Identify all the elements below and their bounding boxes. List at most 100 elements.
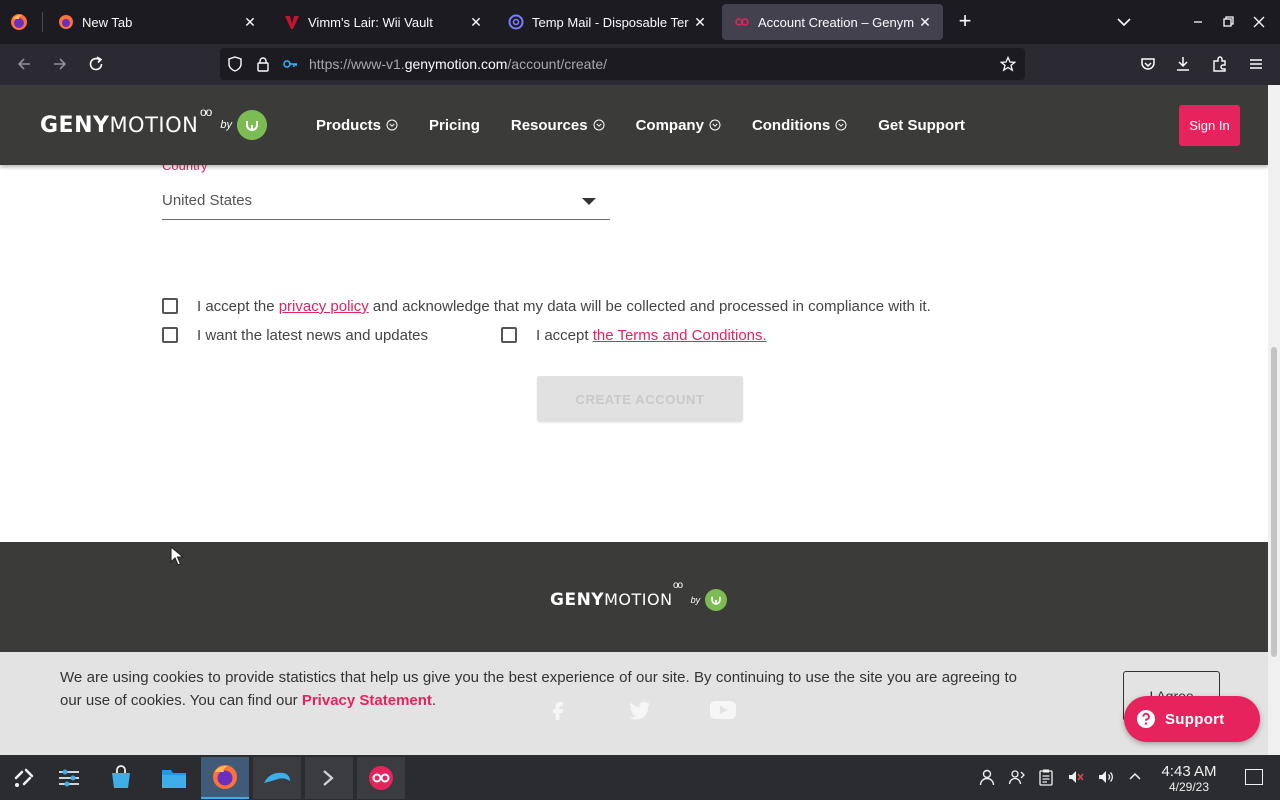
extensions-icon[interactable] (1210, 54, 1230, 74)
tray-expand-icon[interactable] (1126, 768, 1144, 786)
app-launcher-icon[interactable] (0, 757, 48, 799)
support-button[interactable]: Support (1124, 696, 1260, 742)
clock-date[interactable]: 4/29/23 (1150, 780, 1228, 794)
page-scrollbar[interactable] (1268, 85, 1280, 755)
tab-title: New Tab (82, 14, 133, 30)
user-icon[interactable] (978, 768, 996, 786)
file-manager-icon[interactable] (150, 757, 198, 799)
privacy-policy-link[interactable]: privacy policy (279, 298, 369, 315)
news-checkbox[interactable] (162, 327, 178, 343)
firefox-view-icon[interactable] (8, 11, 30, 33)
downloads-icon[interactable] (1173, 54, 1193, 74)
genymotion-logo[interactable]: GENYMOTION oo by (40, 105, 267, 145)
privacy-checkbox[interactable] (162, 298, 178, 314)
restore-button[interactable] (1218, 12, 1238, 32)
news-consent-label: I want the latest news and updates (197, 327, 428, 344)
cookie-text: We are using cookies to provide statisti… (60, 669, 1017, 709)
create-account-button[interactable]: CREATE ACCOUNT (537, 376, 743, 422)
chevron-down-icon (593, 119, 605, 131)
tempmail-icon (508, 14, 524, 30)
nav-get-support[interactable]: Get Support (878, 117, 965, 134)
menu-icon[interactable] (1246, 54, 1266, 74)
back-button[interactable] (14, 54, 34, 74)
nav-company[interactable]: Company (636, 117, 721, 134)
terms-link[interactable]: the Terms and Conditions. (593, 327, 767, 344)
lock-icon[interactable] (255, 56, 271, 72)
bookmark-star-icon[interactable] (999, 55, 1017, 72)
scrollbar-thumb[interactable] (1271, 347, 1277, 657)
logo-wordmark: GENYMOTION (550, 590, 673, 610)
close-window-button[interactable] (1249, 12, 1269, 32)
logo-oo-mark: oo (673, 580, 683, 591)
close-icon[interactable]: ✕ (917, 14, 933, 31)
nav-resources[interactable]: Resources (511, 117, 605, 134)
logo-by: by (220, 119, 232, 131)
list-tabs-button[interactable] (1115, 13, 1133, 31)
help-icon (1137, 710, 1155, 728)
tab-account-creation[interactable]: Account Creation – Genym ✕ (722, 4, 943, 40)
clipboard-icon[interactable] (1037, 768, 1055, 786)
minimize-button[interactable] (1188, 12, 1208, 32)
terminal-icon[interactable] (305, 757, 353, 799)
navigation-toolbar: https://www-v1.genymotion.com/account/cr… (0, 44, 1280, 85)
pocket-icon[interactable] (1138, 54, 1158, 74)
page-viewport: Country GENYMOTION oo by Products Pricin… (0, 85, 1268, 755)
microphone-muted-icon[interactable] (1067, 768, 1085, 786)
key-icon[interactable] (282, 56, 298, 72)
cookie-banner: We are using cookies to provide statisti… (0, 652, 1268, 755)
show-desktop-icon[interactable] (1245, 769, 1263, 785)
firefox-icon (58, 14, 74, 30)
genymotion-icon (734, 14, 750, 30)
forward-button[interactable] (50, 54, 70, 74)
volume-icon[interactable] (1097, 768, 1115, 786)
nav-conditions[interactable]: Conditions (752, 117, 847, 134)
site-header: GENYMOTION oo by Products Pricing Resour… (0, 85, 1268, 165)
url-text[interactable]: https://www-v1.genymotion.com/account/cr… (309, 56, 607, 72)
privacy-consent-text: I accept the privacy policy and acknowle… (197, 298, 931, 315)
genymotion-taskbar-icon[interactable] (357, 757, 405, 799)
tab-bar: New Tab ✕ Vimm's Lair: Wii Vault ✕ Temp … (0, 0, 1280, 44)
close-icon[interactable]: ✕ (468, 14, 484, 31)
tab-title: Temp Mail - Disposable Ter (532, 14, 689, 30)
close-icon[interactable]: ✕ (692, 14, 708, 31)
country-value: United States (162, 192, 253, 209)
nav-products[interactable]: Products (316, 117, 398, 134)
genymobile-badge-icon (236, 110, 267, 140)
tab-new-tab[interactable]: New Tab ✕ (46, 4, 268, 40)
tab-title: Account Creation – Genym (758, 14, 915, 30)
main-nav: Products Pricing Resources Company Condi… (316, 85, 996, 165)
firefox-taskbar-icon[interactable] (201, 757, 249, 799)
caret-down-icon (582, 198, 596, 205)
country-select[interactable]: United States (162, 188, 610, 220)
logo-oo-mark: oo (200, 105, 212, 119)
new-tab-button[interactable]: + (954, 10, 976, 32)
nav-pricing[interactable]: Pricing (429, 117, 480, 134)
system-settings-icon[interactable] (45, 757, 93, 799)
dolphin-emulator-icon[interactable] (253, 757, 301, 799)
logo-by: by (690, 595, 701, 605)
footer-logo[interactable]: GENYMOTION oo by (550, 580, 728, 618)
tab-title: Vimm's Lair: Wii Vault (308, 14, 433, 30)
mouse-cursor-icon (170, 546, 184, 566)
privacy-statement-link[interactable]: Privacy Statement (302, 692, 432, 709)
reload-button[interactable] (86, 54, 106, 74)
sign-in-button[interactable]: Sign In (1179, 105, 1240, 146)
close-icon[interactable]: ✕ (242, 14, 258, 31)
terms-checkbox[interactable] (501, 327, 517, 343)
taskbar: 4:43 AM 4/29/23 (0, 755, 1280, 800)
discover-store-icon[interactable] (97, 757, 145, 799)
tab-separator (42, 12, 43, 32)
tab-temp-mail[interactable]: Temp Mail - Disposable Ter ✕ (496, 4, 718, 40)
chevron-down-icon (709, 119, 721, 131)
user-switch-icon[interactable] (1008, 768, 1026, 786)
shield-icon[interactable] (227, 56, 243, 72)
vimm-icon (284, 14, 300, 30)
logo-wordmark: GENYMOTION (40, 112, 199, 138)
genymobile-badge-icon (705, 589, 728, 611)
tab-vimms-lair[interactable]: Vimm's Lair: Wii Vault ✕ (272, 4, 494, 40)
terms-consent-text: I accept the Terms and Conditions. (536, 327, 767, 344)
clock-time[interactable]: 4:43 AM (1150, 763, 1228, 780)
chevron-down-icon (386, 119, 398, 131)
url-bar[interactable]: https://www-v1.genymotion.com/account/cr… (220, 48, 1025, 80)
chevron-down-icon (835, 119, 847, 131)
